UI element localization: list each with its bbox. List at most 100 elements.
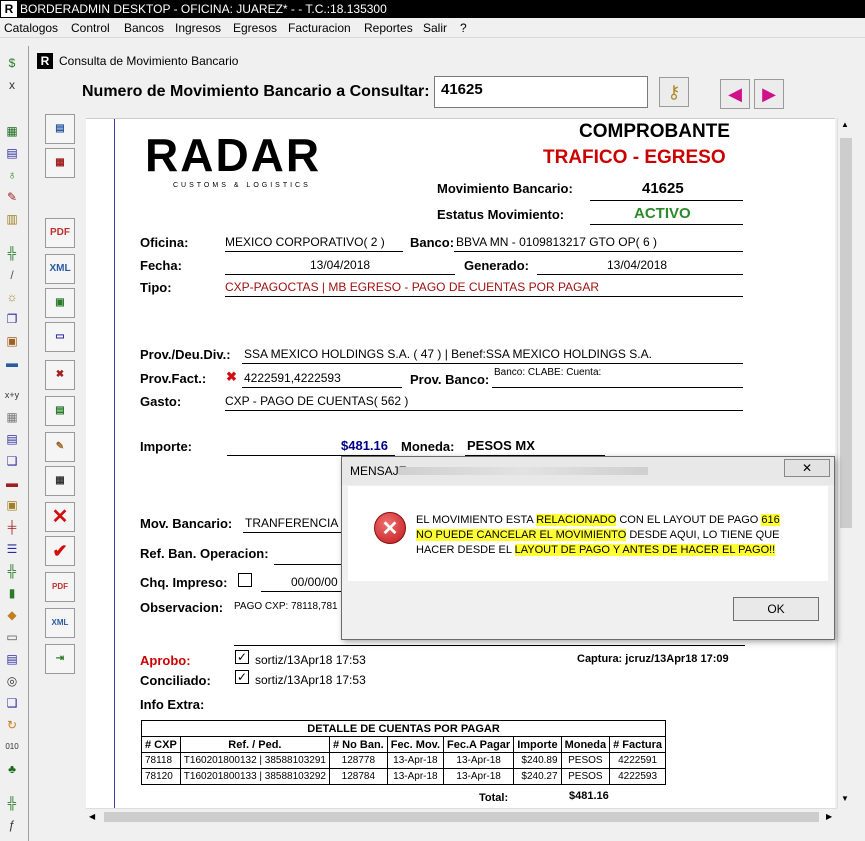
doc-heading: COMPROBANTE bbox=[579, 121, 730, 142]
cnt-button[interactable]: ▦ bbox=[45, 148, 75, 178]
document-icon[interactable]: ▤ bbox=[3, 144, 21, 162]
hierarchy-icon[interactable]: ╬ bbox=[3, 244, 21, 262]
fecha-label: Fecha: bbox=[140, 258, 182, 273]
aprobo-value: sortiz/13Apr18 17:53 bbox=[255, 653, 366, 667]
menu-help[interactable]: ? bbox=[460, 21, 467, 35]
window-title: BORDERADMIN DESKTOP - OFICINA: JUAREZ* -… bbox=[20, 2, 387, 16]
pdf-button[interactable]: PDF bbox=[45, 218, 75, 248]
approve-button[interactable]: ✔ bbox=[45, 536, 75, 566]
cell-ref: T160201800133 | 38588103292 bbox=[179, 768, 330, 785]
scroll-right-icon[interactable]: ▶ bbox=[826, 812, 832, 821]
doc-search-icon[interactable]: ❑ bbox=[3, 694, 21, 712]
edit-button[interactable]: ✎ bbox=[45, 432, 75, 462]
generado-label: Generado: bbox=[464, 258, 530, 273]
movbanc-label: Mov. Bancario: bbox=[140, 516, 233, 531]
chart-icon[interactable]: ▥ bbox=[3, 210, 21, 228]
tree-icon[interactable]: ╬ bbox=[3, 562, 21, 580]
ok-button[interactable]: OK bbox=[733, 597, 819, 621]
query-label: Numero de Movimiento Bancario a Consulta… bbox=[82, 83, 430, 100]
hscroll-thumb[interactable] bbox=[104, 812, 819, 822]
pen-icon[interactable]: ✎ bbox=[3, 188, 21, 206]
refresh-icon[interactable]: ↻ bbox=[3, 716, 21, 734]
variable-icon[interactable]: x bbox=[3, 76, 21, 94]
dialog-close-button[interactable]: ✕ bbox=[784, 459, 830, 477]
vertical-scrollbar[interactable]: ▲ ▼ bbox=[837, 118, 854, 808]
print-button[interactable]: ▤ bbox=[45, 114, 75, 144]
scroll-down-icon[interactable]: ▼ bbox=[841, 794, 849, 803]
export-button[interactable]: ▣ bbox=[45, 288, 75, 318]
scroll-thumb[interactable] bbox=[840, 138, 852, 528]
radar-logo-sub: CUSTOMS & LOGISTICS bbox=[173, 182, 311, 189]
bag-icon[interactable]: ♁ bbox=[3, 166, 21, 184]
calc-button[interactable]: ▦ bbox=[45, 466, 75, 496]
report-icon[interactable]: ▤ bbox=[3, 430, 21, 448]
folder-icon[interactable]: ▣ bbox=[3, 496, 21, 514]
cancel-button[interactable]: ✕ bbox=[45, 502, 75, 532]
club-icon[interactable]: ♣ bbox=[3, 760, 21, 778]
book-icon[interactable]: ▮ bbox=[3, 584, 21, 602]
money-icon[interactable]: ▣ bbox=[3, 332, 21, 350]
layout-button[interactable]: ▭ bbox=[45, 322, 75, 352]
menu-facturacion[interactable]: Facturacion bbox=[288, 21, 351, 35]
database-icon[interactable]: ▦ bbox=[3, 408, 21, 426]
menu-reportes[interactable]: Reportes bbox=[364, 21, 413, 35]
tool-icon[interactable]: / bbox=[3, 266, 21, 284]
pdf-cp-button[interactable]: PDF CP bbox=[45, 572, 75, 619]
calculator-icon[interactable]: ▦ bbox=[3, 122, 21, 140]
delete-row-button[interactable]: ✖ bbox=[45, 360, 75, 390]
truck-red-icon[interactable]: ▬ bbox=[3, 474, 21, 492]
prev-button[interactable]: ◀ bbox=[720, 79, 750, 109]
list-icon[interactable]: ☰ bbox=[3, 540, 21, 558]
print-icon[interactable]: ▭ bbox=[3, 628, 21, 646]
menu-bancos[interactable]: Bancos bbox=[124, 21, 164, 35]
menu-catalogos[interactable]: Catalogos bbox=[4, 21, 58, 35]
fecha-value: 13/04/2018 bbox=[310, 258, 371, 272]
cell-noban: 128784 bbox=[328, 768, 388, 785]
captura-value: Captura: jcruz/13Apr18 17:09 bbox=[577, 653, 729, 665]
function-icon[interactable]: ƒ bbox=[3, 816, 21, 834]
child-title-bar: R Consulta de Movimiento Bancario bbox=[29, 46, 865, 76]
scroll-left-icon[interactable]: ◀ bbox=[89, 812, 95, 821]
menu-ingresos[interactable]: Ingresos bbox=[175, 21, 221, 35]
cell-fecpagar: 13-Apr-18 bbox=[443, 768, 515, 785]
menu-control[interactable]: Control bbox=[71, 21, 110, 35]
horizontal-scrollbar[interactable]: ◀ ▶ bbox=[86, 808, 837, 825]
gasto-underline bbox=[225, 410, 743, 411]
money-bag-icon[interactable]: $ bbox=[3, 54, 21, 72]
copy-icon[interactable]: ❐ bbox=[3, 310, 21, 328]
menu-egresos[interactable]: Egresos bbox=[233, 21, 277, 35]
oficina-value: MEXICO CORPORATIVO( 2 ) bbox=[225, 235, 385, 249]
detalle-title: DETALLE DE CUENTAS POR PAGAR bbox=[140, 720, 667, 737]
globe-icon[interactable]: ◎ bbox=[3, 672, 21, 690]
xml-button[interactable]: XML bbox=[45, 254, 75, 284]
chq-underline bbox=[261, 591, 341, 592]
next-button[interactable]: ▶ bbox=[754, 79, 784, 109]
key-icon: ⚷ bbox=[667, 82, 681, 102]
hierarchy2-icon[interactable]: ╬ bbox=[3, 794, 21, 812]
grid-icon[interactable]: ╪ bbox=[3, 518, 21, 536]
gear-icon[interactable]: ☼ bbox=[3, 288, 21, 306]
col-cxp: # CXP bbox=[141, 736, 181, 753]
movement-number-input[interactable]: 41625 bbox=[434, 76, 648, 108]
key-search-button[interactable]: ⚷ bbox=[659, 77, 689, 107]
child-logo-icon: R bbox=[37, 53, 53, 69]
importe-value: $481.16 bbox=[341, 438, 388, 453]
scroll-up-icon[interactable]: ▲ bbox=[841, 120, 849, 129]
binary-icon[interactable]: 010 bbox=[3, 738, 21, 756]
search-doc-icon[interactable]: ❑ bbox=[3, 452, 21, 470]
doc-lock-icon[interactable]: ▤ bbox=[3, 650, 21, 668]
exit-button[interactable]: ⇥ bbox=[45, 644, 75, 674]
generado-value: 13/04/2018 bbox=[607, 258, 668, 272]
stack-button[interactable]: ▤ bbox=[45, 396, 75, 426]
chq-checkbox[interactable] bbox=[238, 573, 252, 587]
aprobo-checkbox[interactable]: ✓ bbox=[235, 650, 249, 664]
box-icon[interactable]: ◆ bbox=[3, 606, 21, 624]
menu-salir[interactable]: Salir bbox=[423, 21, 447, 35]
mov-label: Movimiento Bancario: bbox=[437, 181, 573, 196]
cell-moneda: PESOS bbox=[560, 768, 611, 785]
formula-icon[interactable]: x+y bbox=[3, 386, 21, 404]
xml-cp-button[interactable]: XML CP bbox=[45, 608, 75, 655]
total-label: Total: bbox=[479, 792, 509, 804]
conciliado-checkbox[interactable]: ✓ bbox=[235, 670, 249, 684]
truck-icon[interactable]: ▬ bbox=[3, 354, 21, 372]
